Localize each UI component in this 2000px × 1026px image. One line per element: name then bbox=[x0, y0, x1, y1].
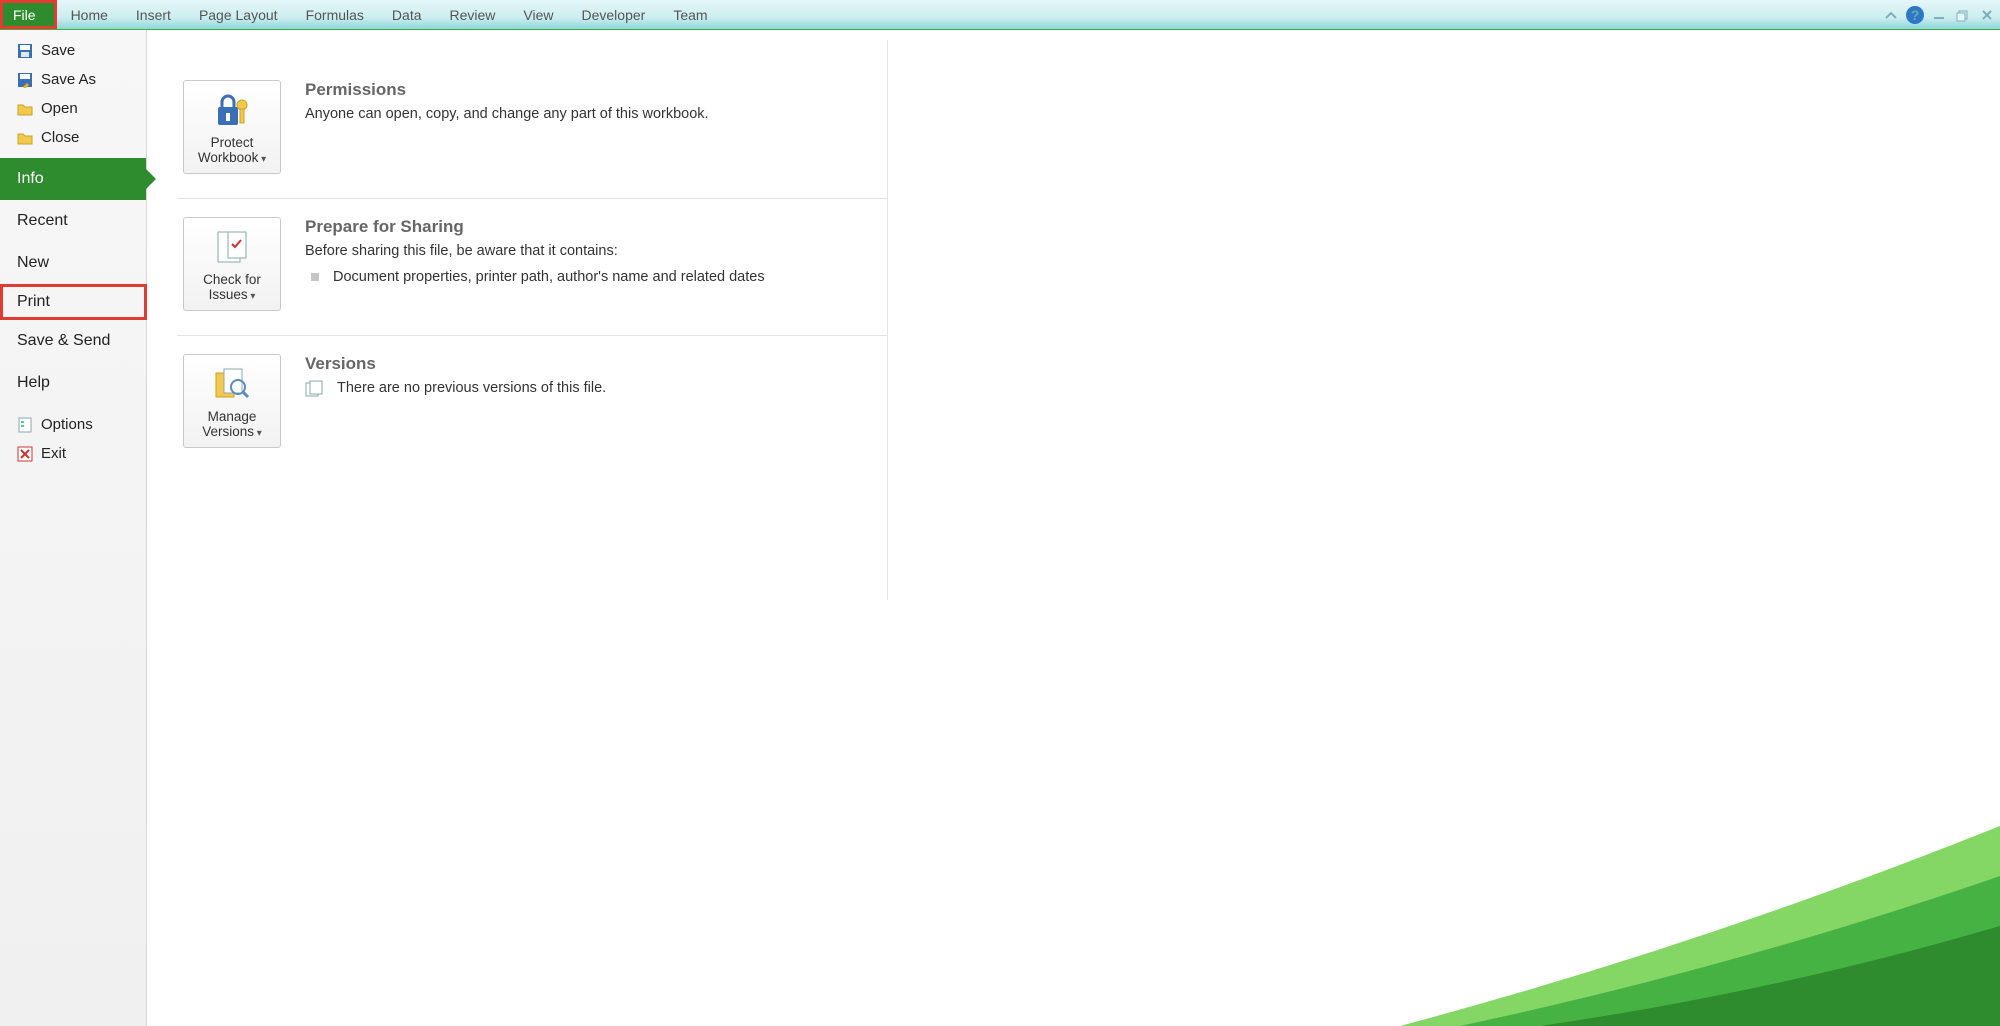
backstage-view: Save Save As Open Close Info Recent bbox=[0, 30, 2000, 1026]
section-title: Versions bbox=[305, 354, 887, 374]
sidebar-item-save-as[interactable]: Save As bbox=[0, 65, 146, 94]
sidebar-item-print[interactable]: Print bbox=[0, 284, 147, 320]
save-icon bbox=[17, 43, 33, 59]
sidebar-item-info[interactable]: Info bbox=[0, 158, 146, 200]
section-body: There are no previous versions of this f… bbox=[337, 378, 606, 400]
ribbon-tab-view[interactable]: View bbox=[509, 0, 567, 29]
sidebar-label: Save bbox=[41, 42, 75, 59]
versions-small-icon bbox=[305, 380, 323, 398]
ribbon-tab-formulas[interactable]: Formulas bbox=[292, 0, 378, 29]
manage-versions-button[interactable]: Manage Versions bbox=[183, 354, 281, 448]
section-title: Permissions bbox=[305, 80, 887, 100]
section-body: Before sharing this file, be aware that … bbox=[305, 241, 887, 263]
button-label: Issues bbox=[209, 287, 248, 302]
section-versions: Manage Versions Versions There are no pr… bbox=[177, 335, 887, 472]
window-controls: ? bbox=[1882, 0, 1996, 30]
sidebar-label: Save As bbox=[41, 71, 96, 88]
sidebar-label: Help bbox=[17, 374, 50, 392]
sidebar-item-options[interactable]: Options bbox=[0, 410, 146, 439]
sidebar-label: Print bbox=[17, 293, 50, 311]
ribbon-tab-data[interactable]: Data bbox=[378, 0, 436, 29]
bullet-row: Document properties, printer path, autho… bbox=[305, 267, 887, 289]
ribbon-tab-page-layout[interactable]: Page Layout bbox=[185, 0, 292, 29]
sidebar-item-new[interactable]: New bbox=[0, 242, 146, 284]
ribbon-tab-developer[interactable]: Developer bbox=[568, 0, 660, 29]
window-close-icon[interactable] bbox=[1978, 6, 1996, 24]
save-as-icon bbox=[17, 72, 33, 88]
button-label: Manage bbox=[208, 409, 257, 424]
content-divider bbox=[887, 40, 888, 600]
bullet-icon bbox=[311, 273, 319, 281]
window-restore-icon[interactable] bbox=[1954, 6, 1972, 24]
section-permissions: Protect Workbook Permissions Anyone can … bbox=[177, 50, 887, 198]
sidebar-item-save[interactable]: Save bbox=[0, 36, 146, 65]
section-title: Prepare for Sharing bbox=[305, 217, 887, 237]
ribbon-tab-insert[interactable]: Insert bbox=[122, 0, 185, 29]
button-label: Protect bbox=[211, 135, 254, 150]
sidebar-label: Close bbox=[41, 129, 79, 146]
section-prepare-for-sharing: Check for Issues Prepare for Sharing Bef… bbox=[177, 198, 887, 335]
sidebar-item-recent[interactable]: Recent bbox=[0, 200, 146, 242]
section-body: Anyone can open, copy, and change any pa… bbox=[305, 104, 887, 126]
button-label: Workbook bbox=[198, 150, 259, 165]
ribbon-tab-file[interactable]: File bbox=[0, 0, 57, 29]
window-minimize-icon[interactable] bbox=[1930, 6, 1948, 24]
sidebar-label: Save & Send bbox=[17, 332, 110, 350]
sidebar-item-exit[interactable]: Exit bbox=[0, 439, 146, 468]
button-label: Versions bbox=[202, 424, 254, 439]
sidebar-label: Info bbox=[17, 170, 44, 188]
ribbon-tab-strip: File Home Insert Page Layout Formulas Da… bbox=[0, 0, 2000, 30]
document-check-icon bbox=[188, 228, 276, 268]
sidebar-item-open[interactable]: Open bbox=[0, 94, 146, 123]
ribbon-tab-home[interactable]: Home bbox=[57, 0, 122, 29]
sidebar-item-save-and-send[interactable]: Save & Send bbox=[0, 320, 146, 362]
button-label: Check for bbox=[203, 272, 261, 287]
sidebar-label: Open bbox=[41, 100, 78, 117]
sidebar-label: Exit bbox=[41, 445, 66, 462]
lock-key-icon bbox=[188, 91, 276, 131]
backstage-sidebar: Save Save As Open Close Info Recent bbox=[0, 30, 147, 1026]
ribbon-tab-team[interactable]: Team bbox=[659, 0, 721, 29]
folder-open-icon bbox=[17, 101, 33, 117]
ribbon-minimize-icon[interactable] bbox=[1882, 6, 1900, 24]
bullet-text: Document properties, printer path, autho… bbox=[333, 267, 765, 289]
sidebar-item-help[interactable]: Help bbox=[0, 362, 146, 404]
ribbon-tab-review[interactable]: Review bbox=[436, 0, 510, 29]
sidebar-item-close[interactable]: Close bbox=[0, 123, 146, 152]
backstage-content: Protect Workbook Permissions Anyone can … bbox=[147, 30, 2000, 1026]
protect-workbook-button[interactable]: Protect Workbook bbox=[183, 80, 281, 174]
versions-icon bbox=[188, 365, 276, 405]
help-icon[interactable]: ? bbox=[1906, 6, 1924, 24]
sidebar-label: Options bbox=[41, 416, 93, 433]
exit-icon bbox=[17, 446, 33, 462]
folder-close-icon bbox=[17, 130, 33, 146]
sidebar-label: New bbox=[17, 254, 49, 272]
check-for-issues-button[interactable]: Check for Issues bbox=[183, 217, 281, 311]
sidebar-label: Recent bbox=[17, 212, 68, 230]
options-icon bbox=[17, 417, 33, 433]
